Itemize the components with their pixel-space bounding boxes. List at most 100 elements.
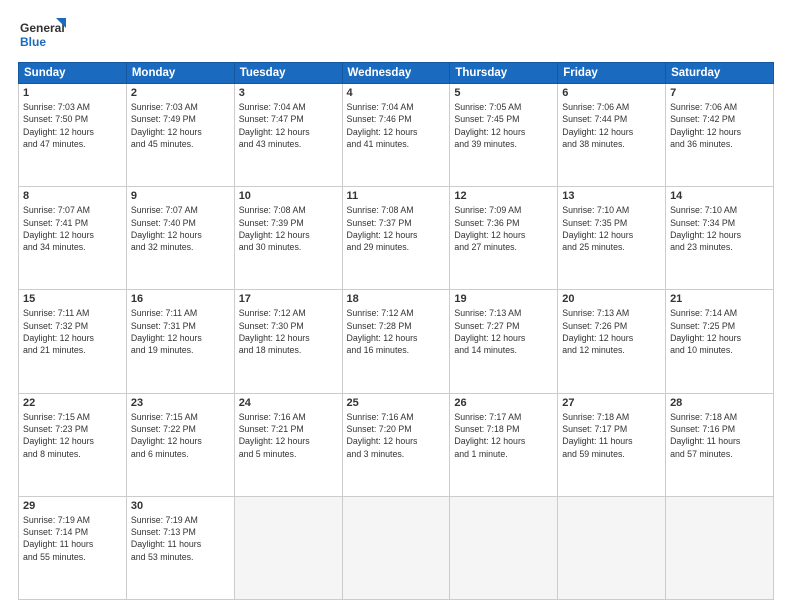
col-header-wednesday: Wednesday [342, 63, 450, 84]
day-info: Sunrise: 7:16 AM Sunset: 7:21 PM Dayligh… [239, 411, 338, 460]
day-number: 11 [347, 190, 446, 202]
col-header-sunday: Sunday [19, 63, 127, 84]
day-info: Sunrise: 7:13 AM Sunset: 7:27 PM Dayligh… [454, 307, 553, 356]
day-cell: 20 Sunrise: 7:13 AM Sunset: 7:26 PM Dayli… [558, 290, 666, 393]
day-number: 12 [454, 190, 553, 202]
day-info: Sunrise: 7:08 AM Sunset: 7:39 PM Dayligh… [239, 204, 338, 253]
day-info: Sunrise: 7:08 AM Sunset: 7:37 PM Dayligh… [347, 204, 446, 253]
day-cell: 28 Sunrise: 7:18 AM Sunset: 7:16 PM Dayli… [666, 393, 774, 496]
day-cell [342, 496, 450, 599]
day-cell: 5 Sunrise: 7:05 AM Sunset: 7:45 PM Daylig… [450, 84, 558, 187]
day-number: 2 [131, 87, 230, 99]
day-cell: 6 Sunrise: 7:06 AM Sunset: 7:44 PM Daylig… [558, 84, 666, 187]
day-cell: 19 Sunrise: 7:13 AM Sunset: 7:27 PM Dayli… [450, 290, 558, 393]
day-info: Sunrise: 7:13 AM Sunset: 7:26 PM Dayligh… [562, 307, 661, 356]
week-row-4: 22Sunrise: 7:15 AM Sunset: 7:23 PM Dayli… [19, 393, 774, 496]
week-row-3: 15 Sunrise: 7:11 AM Sunset: 7:32 PM Dayli… [19, 290, 774, 393]
day-cell: 9 Sunrise: 7:07 AM Sunset: 7:40 PM Daylig… [126, 187, 234, 290]
day-number: 7 [670, 87, 769, 99]
day-info: Sunrise: 7:11 AM Sunset: 7:31 PM Dayligh… [131, 307, 230, 356]
logo: General Blue [18, 16, 68, 54]
day-cell: 27Sunrise: 7:18 AM Sunset: 7:17 PM Dayli… [558, 393, 666, 496]
day-number: 19 [454, 293, 553, 305]
day-cell: 14Sunrise: 7:10 AM Sunset: 7:34 PM Dayli… [666, 187, 774, 290]
col-header-saturday: Saturday [666, 63, 774, 84]
day-cell: 23Sunrise: 7:15 AM Sunset: 7:22 PM Dayli… [126, 393, 234, 496]
day-number: 16 [131, 293, 230, 305]
day-info: Sunrise: 7:14 AM Sunset: 7:25 PM Dayligh… [670, 307, 769, 356]
day-number: 14 [670, 190, 769, 202]
day-cell: 17Sunrise: 7:12 AM Sunset: 7:30 PM Dayli… [234, 290, 342, 393]
col-header-tuesday: Tuesday [234, 63, 342, 84]
week-row-1: 1 Sunrise: 7:03 AM Sunset: 7:50 PM Daylig… [19, 84, 774, 187]
col-header-monday: Monday [126, 63, 234, 84]
day-info: Sunrise: 7:07 AM Sunset: 7:40 PM Dayligh… [131, 204, 230, 253]
day-cell: 11 Sunrise: 7:08 AM Sunset: 7:37 PM Dayli… [342, 187, 450, 290]
col-header-thursday: Thursday [450, 63, 558, 84]
day-cell [234, 496, 342, 599]
day-info: Sunrise: 7:19 AM Sunset: 7:13 PM Dayligh… [131, 514, 230, 563]
day-info: Sunrise: 7:16 AM Sunset: 7:20 PM Dayligh… [347, 411, 446, 460]
day-cell: 16 Sunrise: 7:11 AM Sunset: 7:31 PM Dayli… [126, 290, 234, 393]
day-cell: 24 Sunrise: 7:16 AM Sunset: 7:21 PM Dayli… [234, 393, 342, 496]
day-number: 21 [670, 293, 769, 305]
day-cell: 7 Sunrise: 7:06 AM Sunset: 7:42 PM Daylig… [666, 84, 774, 187]
day-number: 20 [562, 293, 661, 305]
day-cell: 4 Sunrise: 7:04 AM Sunset: 7:46 PM Daylig… [342, 84, 450, 187]
day-number: 6 [562, 87, 661, 99]
day-info: Sunrise: 7:03 AM Sunset: 7:49 PM Dayligh… [131, 101, 230, 150]
day-cell: 15 Sunrise: 7:11 AM Sunset: 7:32 PM Dayli… [19, 290, 127, 393]
day-cell: 2 Sunrise: 7:03 AM Sunset: 7:49 PM Daylig… [126, 84, 234, 187]
day-info: Sunrise: 7:06 AM Sunset: 7:42 PM Dayligh… [670, 101, 769, 150]
day-info: Sunrise: 7:11 AM Sunset: 7:32 PM Dayligh… [23, 307, 122, 356]
day-number: 10 [239, 190, 338, 202]
logo-svg: General Blue [18, 16, 68, 54]
day-info: Sunrise: 7:19 AM Sunset: 7:14 PM Dayligh… [23, 514, 122, 563]
day-info: Sunrise: 7:09 AM Sunset: 7:36 PM Dayligh… [454, 204, 553, 253]
day-cell [450, 496, 558, 599]
day-number: 28 [670, 397, 769, 409]
day-cell: 10 Sunrise: 7:08 AM Sunset: 7:39 PM Dayli… [234, 187, 342, 290]
day-number: 22 [23, 397, 122, 409]
day-cell: 8Sunrise: 7:07 AM Sunset: 7:41 PM Daylig… [19, 187, 127, 290]
day-info: Sunrise: 7:12 AM Sunset: 7:28 PM Dayligh… [347, 307, 446, 356]
day-cell [666, 496, 774, 599]
day-cell: 26 Sunrise: 7:17 AM Sunset: 7:18 PM Dayli… [450, 393, 558, 496]
day-number: 30 [131, 500, 230, 512]
day-number: 15 [23, 293, 122, 305]
day-info: Sunrise: 7:17 AM Sunset: 7:18 PM Dayligh… [454, 411, 553, 460]
week-row-5: 29Sunrise: 7:19 AM Sunset: 7:14 PM Dayli… [19, 496, 774, 599]
week-row-2: 8Sunrise: 7:07 AM Sunset: 7:41 PM Daylig… [19, 187, 774, 290]
day-info: Sunrise: 7:10 AM Sunset: 7:35 PM Dayligh… [562, 204, 661, 253]
day-number: 26 [454, 397, 553, 409]
day-info: Sunrise: 7:05 AM Sunset: 7:45 PM Dayligh… [454, 101, 553, 150]
col-header-friday: Friday [558, 63, 666, 84]
day-number: 24 [239, 397, 338, 409]
day-cell [558, 496, 666, 599]
day-number: 4 [347, 87, 446, 99]
day-cell: 12 Sunrise: 7:09 AM Sunset: 7:36 PM Dayli… [450, 187, 558, 290]
day-cell: 21 Sunrise: 7:14 AM Sunset: 7:25 PM Dayli… [666, 290, 774, 393]
day-number: 5 [454, 87, 553, 99]
day-cell: 30 Sunrise: 7:19 AM Sunset: 7:13 PM Dayli… [126, 496, 234, 599]
day-number: 1 [23, 87, 122, 99]
calendar-table: SundayMondayTuesdayWednesdayThursdayFrid… [18, 62, 774, 600]
calendar-body: 1 Sunrise: 7:03 AM Sunset: 7:50 PM Daylig… [19, 84, 774, 600]
day-info: Sunrise: 7:04 AM Sunset: 7:46 PM Dayligh… [347, 101, 446, 150]
day-cell: 1 Sunrise: 7:03 AM Sunset: 7:50 PM Daylig… [19, 84, 127, 187]
day-cell: 3 Sunrise: 7:04 AM Sunset: 7:47 PM Daylig… [234, 84, 342, 187]
day-info: Sunrise: 7:03 AM Sunset: 7:50 PM Dayligh… [23, 101, 122, 150]
day-cell: 18Sunrise: 7:12 AM Sunset: 7:28 PM Dayli… [342, 290, 450, 393]
day-number: 27 [562, 397, 661, 409]
day-info: Sunrise: 7:12 AM Sunset: 7:30 PM Dayligh… [239, 307, 338, 356]
day-info: Sunrise: 7:06 AM Sunset: 7:44 PM Dayligh… [562, 101, 661, 150]
day-number: 9 [131, 190, 230, 202]
svg-text:General: General [20, 21, 65, 35]
day-info: Sunrise: 7:18 AM Sunset: 7:16 PM Dayligh… [670, 411, 769, 460]
day-cell: 22Sunrise: 7:15 AM Sunset: 7:23 PM Dayli… [19, 393, 127, 496]
day-info: Sunrise: 7:04 AM Sunset: 7:47 PM Dayligh… [239, 101, 338, 150]
column-headers: SundayMondayTuesdayWednesdayThursdayFrid… [19, 63, 774, 84]
day-number: 3 [239, 87, 338, 99]
header: General Blue [18, 16, 774, 54]
day-number: 8 [23, 190, 122, 202]
